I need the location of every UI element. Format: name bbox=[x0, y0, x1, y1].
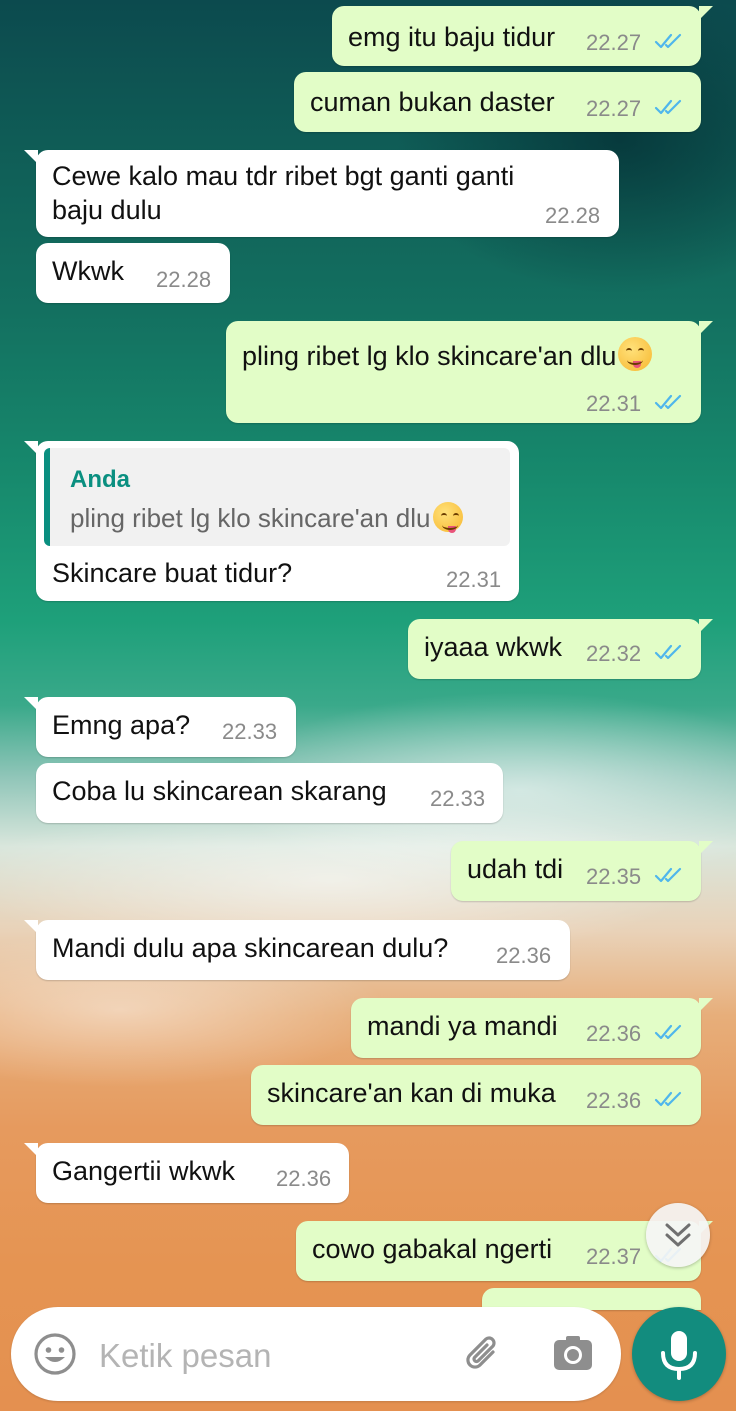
quoted-text: pling ribet lg klo skincare'an dlu bbox=[70, 502, 463, 534]
message-outgoing[interactable]: emg itu baju tidur 22.27 bbox=[332, 6, 713, 66]
message-time: 22.31 bbox=[586, 391, 642, 416]
message-text: Skincare buat tidur? bbox=[52, 558, 293, 588]
double-check-icon bbox=[654, 1024, 682, 1040]
message-text: Gangertii wkwk bbox=[52, 1156, 236, 1186]
message-text: Coba lu skincarean skarang bbox=[52, 776, 387, 806]
message-text-content: pling ribet lg klo skincare'an dlu bbox=[242, 341, 617, 371]
message-time: 22.27 bbox=[586, 96, 642, 121]
message-outgoing[interactable]: skincare'an kan di muka 22.36 bbox=[251, 1065, 701, 1125]
double-check-icon bbox=[654, 867, 682, 883]
message-text: Emng apa? bbox=[52, 710, 191, 740]
message-text: skincare'an kan di muka bbox=[267, 1078, 556, 1108]
message-time: 22.36 bbox=[276, 1166, 332, 1191]
message-time: 22.33 bbox=[430, 786, 486, 811]
message-text: Wkwk bbox=[52, 256, 124, 286]
message-outgoing[interactable]: cuman bukan daster 22.27 bbox=[294, 72, 701, 132]
message-outgoing[interactable]: udah tdi 22.35 bbox=[451, 841, 713, 901]
message-text: iyaaa wkwk bbox=[424, 632, 563, 662]
message-text: Mandi dulu apa skincarean dulu? bbox=[52, 933, 449, 963]
message-incoming[interactable]: Emng apa? 22.33 bbox=[24, 697, 296, 757]
message-outgoing[interactable]: mandi ya mandi 22.36 bbox=[351, 998, 713, 1058]
double-chevron-down-icon bbox=[665, 1223, 691, 1247]
quoted-message[interactable]: Anda pling ribet lg klo skincare'an dlu bbox=[44, 448, 510, 546]
message-time: 22.36 bbox=[496, 943, 552, 968]
double-check-icon bbox=[654, 99, 682, 115]
scroll-to-bottom-button[interactable] bbox=[646, 1203, 710, 1267]
quoted-sender-name: Anda bbox=[70, 466, 130, 493]
quoted-text-content: pling ribet lg klo skincare'an dlu bbox=[70, 503, 431, 533]
message-time: 22.37 bbox=[586, 1244, 642, 1269]
message-time: 22.27 bbox=[586, 30, 642, 55]
message-outgoing[interactable]: iyaaa wkwk 22.32 bbox=[408, 619, 713, 679]
message-outgoing[interactable]: cowo gabakal ngerti 22.37 bbox=[296, 1221, 713, 1281]
message-time: 22.36 bbox=[586, 1021, 642, 1046]
message-time: 22.33 bbox=[222, 719, 278, 744]
paperclip-icon[interactable] bbox=[460, 1330, 508, 1378]
double-check-icon bbox=[654, 644, 682, 660]
double-check-icon bbox=[654, 1091, 682, 1107]
message-incoming[interactable]: Coba lu skincarean skarang 22.33 bbox=[36, 763, 503, 823]
message-time: 22.28 bbox=[545, 203, 601, 228]
double-check-icon bbox=[654, 33, 682, 49]
message-input[interactable]: Ketik pesan bbox=[99, 1337, 271, 1375]
message-outgoing[interactable]: pling ribet lg klo skincare'an dlu 22.31 bbox=[226, 321, 713, 423]
message-text: pling ribet lg klo skincare'an dlu bbox=[242, 337, 653, 373]
message-input-bar: Ketik pesan bbox=[11, 1307, 621, 1401]
microphone-icon bbox=[661, 1331, 697, 1380]
message-text: emg itu baju tidur bbox=[348, 22, 556, 52]
emoji-icon[interactable] bbox=[31, 1330, 79, 1378]
message-incoming[interactable]: Wkwk 22.28 bbox=[36, 243, 230, 303]
message-incoming[interactable]: Cewe kalo mau tdr ribet bgt ganti ganti … bbox=[24, 150, 619, 237]
voice-record-button[interactable] bbox=[632, 1307, 726, 1401]
camera-icon[interactable] bbox=[549, 1330, 597, 1378]
message-text: cowo gabakal ngerti bbox=[312, 1234, 553, 1264]
message-text: mandi ya mandi bbox=[367, 1011, 558, 1041]
message-time: 22.28 bbox=[156, 267, 212, 292]
double-check-icon bbox=[654, 394, 682, 410]
face-savoring-food-emoji-icon bbox=[432, 502, 463, 533]
message-incoming[interactable]: Gangertii wkwk 22.36 bbox=[24, 1143, 349, 1203]
message-text: udah tdi bbox=[467, 854, 564, 884]
message-text-line-2: baju dulu bbox=[52, 195, 162, 225]
message-incoming[interactable]: Mandi dulu apa skincarean dulu? 22.36 bbox=[24, 920, 570, 980]
message-list[interactable]: emg itu baju tidur 22.27 cuman bukan das… bbox=[0, 0, 736, 1411]
message-text-line-1: Cewe kalo mau tdr ribet bgt ganti ganti bbox=[52, 161, 515, 191]
message-text: cuman bukan daster bbox=[310, 87, 555, 117]
message-time: 22.35 bbox=[586, 864, 642, 889]
message-time: 22.36 bbox=[586, 1088, 642, 1113]
message-time: 22.31 bbox=[446, 567, 502, 592]
message-time: 22.32 bbox=[586, 641, 642, 666]
face-savoring-food-emoji-icon bbox=[618, 337, 653, 371]
